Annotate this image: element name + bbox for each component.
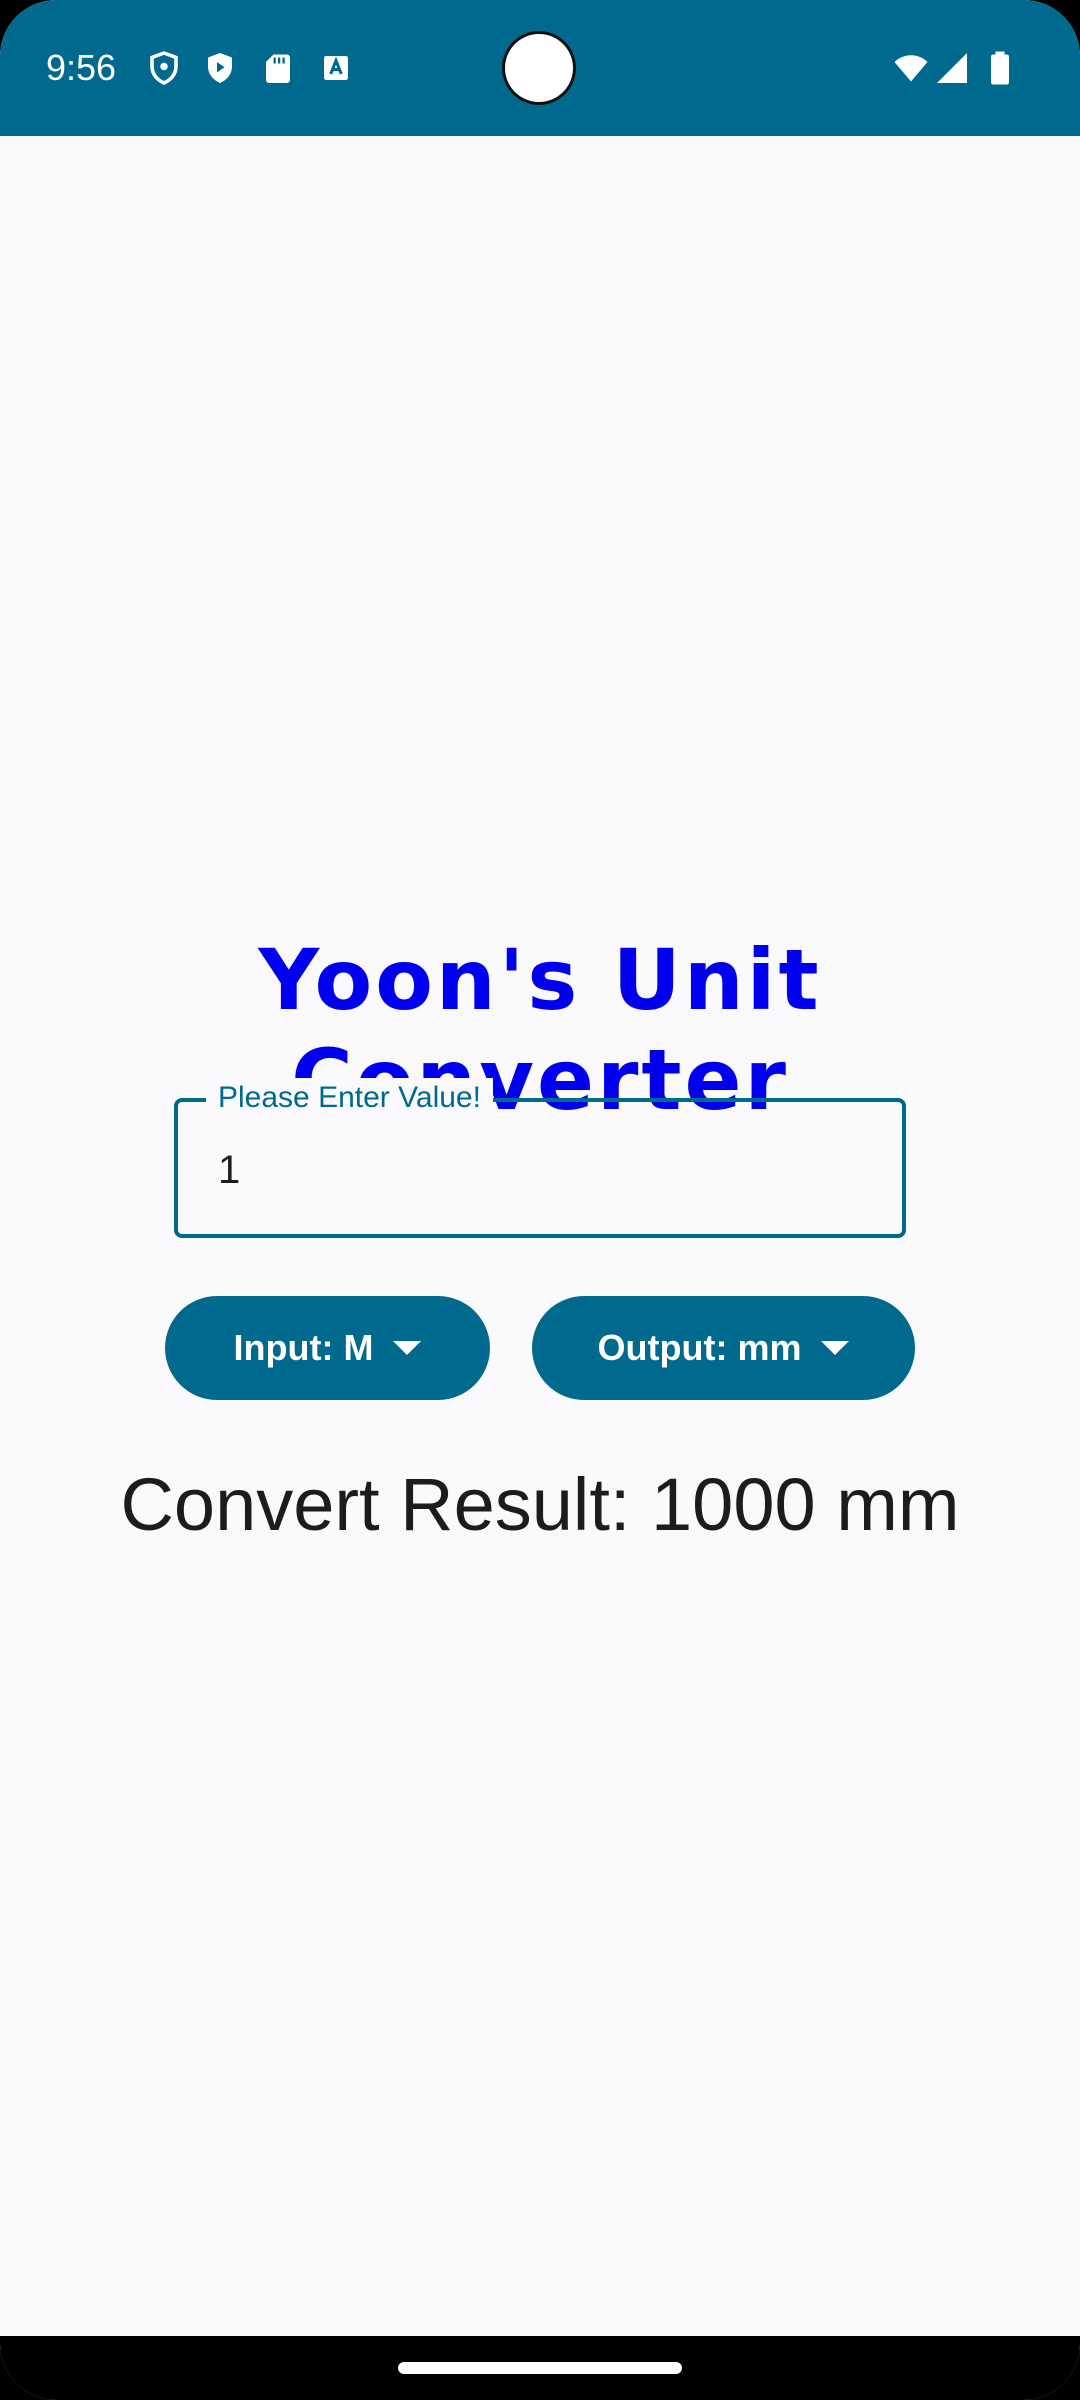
dropdown-arrow-icon xyxy=(821,1341,850,1355)
output-unit-button[interactable]: Output: mm xyxy=(532,1296,915,1400)
app-screen: 9:56 Yoon's Unit Converter Please Enter … xyxy=(0,0,1080,2400)
value-field-label: Please Enter Value! xyxy=(206,1078,493,1118)
input-unit-button[interactable]: Input: M xyxy=(165,1296,490,1400)
cell-signal-icon xyxy=(934,50,970,86)
status-bar: 9:56 xyxy=(0,0,1080,136)
camera-cutout xyxy=(505,34,573,102)
status-time: 9:56 xyxy=(46,47,117,88)
play-protect-icon xyxy=(202,50,238,86)
value-input[interactable] xyxy=(218,1142,858,1198)
sd-card-icon xyxy=(260,50,296,86)
dropdown-arrow-icon xyxy=(393,1341,422,1355)
battery-icon xyxy=(982,50,1018,86)
shield-icon xyxy=(146,50,182,86)
input-unit-label: Input: M xyxy=(233,1327,374,1368)
wifi-icon xyxy=(890,50,932,86)
output-unit-label: Output: mm xyxy=(597,1327,802,1368)
convert-result: Convert Result: 1000 mm xyxy=(120,1463,960,1546)
home-gesture-handle[interactable] xyxy=(398,2362,682,2374)
keyboard-a-icon xyxy=(318,50,354,86)
value-field[interactable]: Please Enter Value! xyxy=(174,1078,906,1238)
